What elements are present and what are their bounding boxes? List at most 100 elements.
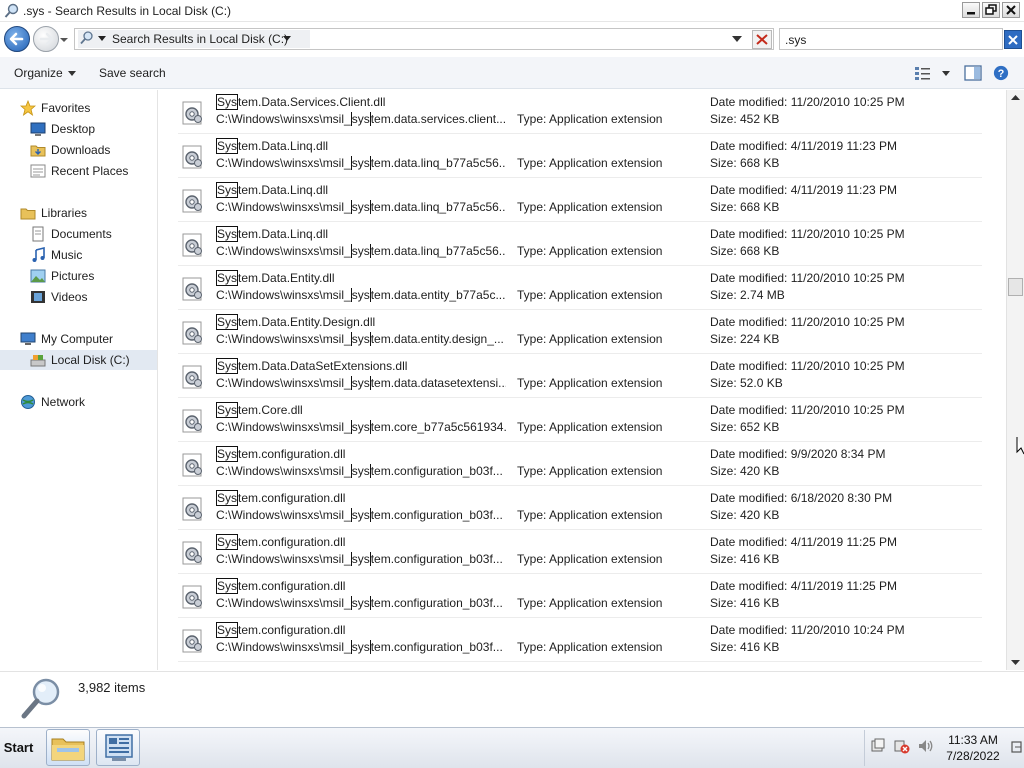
result-row[interactable]: System.Data.Linq.dll C:\Windows\winsxs\ms…: [178, 222, 982, 266]
file-name-rest: tem.Data.Linq.dll: [238, 139, 329, 153]
file-date-modified: Date modified: 6/18/2020 8:30 PM: [710, 491, 893, 505]
search-icon: [80, 31, 93, 45]
nav-label: Music: [51, 248, 83, 262]
vertical-scrollbar[interactable]: [1006, 90, 1024, 670]
match-highlight: sys: [350, 288, 371, 302]
nav-documents[interactable]: Documents: [0, 224, 157, 244]
action-center-icon[interactable]: [870, 738, 886, 754]
chevron-down-icon[interactable]: [98, 35, 106, 43]
file-name: System.Data.Entity.dll: [216, 270, 335, 286]
nav-label: Desktop: [51, 122, 96, 136]
search-icon: [4, 3, 19, 18]
restore-button[interactable]: [982, 2, 1000, 18]
save-search-button[interactable]: Save search: [99, 66, 166, 80]
nav-recent-places[interactable]: Recent Places: [0, 161, 157, 181]
result-row[interactable]: System.Data.DataSetExtensions.dll C:\Wind…: [178, 354, 982, 398]
match-highlight: sys: [350, 332, 371, 346]
system-clock[interactable]: 11:33 AM 7/28/2022: [944, 732, 1002, 764]
match-highlight: Sys: [216, 270, 239, 286]
forward-button[interactable]: [33, 26, 59, 52]
result-row[interactable]: System.configuration.dll C:\Windows\winsx…: [178, 618, 982, 662]
address-path[interactable]: Search Results in Local Disk (C:): [112, 32, 288, 46]
views-icon[interactable]: [914, 65, 932, 81]
dll-file-icon: [182, 585, 202, 609]
file-size: Size: 668 KB: [710, 156, 780, 170]
back-button[interactable]: [4, 26, 30, 52]
file-path: C:\Windows\winsxs\msil_system.data.linq_…: [216, 156, 506, 170]
result-row[interactable]: System.Core.dll C:\Windows\winsxs\msil_sy…: [178, 398, 982, 442]
file-path-rest: tem.configuration_b03f...: [370, 508, 503, 522]
result-row[interactable]: System.Data.Linq.dll C:\Windows\winsxs\ms…: [178, 178, 982, 222]
file-name: System.Data.Services.Client.dll: [216, 94, 385, 110]
search-input[interactable]: [779, 28, 1003, 50]
file-date-modified: Date modified: 4/11/2019 11:23 PM: [710, 139, 898, 153]
nav-label: Recent Places: [51, 164, 129, 178]
file-path-prefix: C:\Windows\winsxs\msil_: [216, 288, 351, 302]
taskbar-explorer-button[interactable]: [46, 729, 90, 766]
nav-pictures[interactable]: Pictures: [0, 266, 157, 286]
computer-icon: [20, 332, 36, 345]
help-icon[interactable]: ?: [992, 65, 1010, 81]
nav-libraries[interactable]: Libraries: [0, 203, 157, 223]
file-path-rest: tem.data.services.client...: [370, 112, 506, 126]
organize-button[interactable]: Organize: [14, 66, 63, 80]
desktop-icon: [30, 122, 46, 136]
nav-network[interactable]: Network: [0, 392, 157, 412]
star-icon: [20, 100, 36, 116]
nav-my-computer[interactable]: My Computer: [0, 329, 157, 349]
file-path-rest: tem.configuration_b03f...: [370, 552, 503, 566]
scroll-down-button[interactable]: [1008, 655, 1023, 669]
minimize-button[interactable]: [962, 2, 980, 18]
dll-file-icon: [182, 321, 202, 345]
nav-desktop[interactable]: Desktop: [0, 119, 157, 139]
clear-search-button[interactable]: [1004, 30, 1022, 49]
volume-icon[interactable]: [918, 738, 934, 754]
address-history-dropdown[interactable]: [732, 35, 742, 43]
file-size: Size: 416 KB: [710, 552, 780, 566]
nav-label: Pictures: [51, 269, 95, 283]
recent-pages-dropdown[interactable]: [60, 36, 68, 44]
network-status-icon[interactable]: [894, 738, 910, 754]
file-type: Type: Application extension: [517, 244, 663, 258]
result-row[interactable]: System.Data.Entity.Design.dll C:\Windows\…: [178, 310, 982, 354]
show-desktop-button[interactable]: [1008, 729, 1024, 767]
start-button[interactable]: Start: [0, 729, 37, 767]
taskbar-server-manager-button[interactable]: [96, 729, 140, 766]
search-query[interactable]: .sys: [785, 33, 806, 47]
match-highlight: sys: [350, 640, 371, 654]
nav-downloads[interactable]: Downloads: [0, 140, 157, 160]
file-size: Size: 452 KB: [710, 112, 780, 126]
match-highlight: Sys: [216, 182, 239, 198]
views-dropdown[interactable]: [942, 71, 950, 77]
match-highlight: sys: [350, 112, 371, 126]
nav-videos[interactable]: Videos: [0, 287, 157, 307]
stop-search-button[interactable]: [752, 30, 772, 49]
close-button[interactable]: [1002, 2, 1020, 18]
close-icon: [1006, 5, 1016, 15]
nav-local-disk[interactable]: Local Disk (C:): [0, 350, 157, 370]
file-type: Type: Application extension: [517, 464, 663, 478]
dll-file-icon: [182, 409, 202, 433]
dll-file-icon: [182, 365, 202, 389]
result-row[interactable]: System.Data.Linq.dll C:\Windows\winsxs\ms…: [178, 134, 982, 178]
file-date-modified: Date modified: 4/11/2019 11:23 PM: [710, 183, 898, 197]
result-row[interactable]: System.Data.Services.Client.dll C:\Window…: [178, 90, 982, 134]
match-highlight: sys: [350, 596, 371, 610]
result-row[interactable]: System.configuration.dll C:\Windows\winsx…: [178, 442, 982, 486]
nav-music[interactable]: Music: [0, 245, 157, 265]
file-type: Type: Application extension: [517, 112, 663, 126]
result-row[interactable]: System.Data.Entity.dll C:\Windows\winsxs\…: [178, 266, 982, 310]
result-row[interactable]: System.configuration.dll C:\Windows\winsx…: [178, 530, 982, 574]
match-highlight: sys: [350, 200, 371, 214]
result-row[interactable]: System.configuration.dll C:\Windows\winsx…: [178, 486, 982, 530]
scroll-thumb[interactable]: [1008, 278, 1023, 296]
file-type: Type: Application extension: [517, 508, 663, 522]
result-row[interactable]: System.configuration.dll C:\Windows\winsx…: [178, 574, 982, 618]
chevron-down-icon: [68, 71, 76, 76]
preview-pane-icon[interactable]: [964, 65, 982, 81]
libraries-icon: [20, 208, 36, 220]
scroll-up-button[interactable]: [1008, 91, 1023, 105]
item-count: 3,982 items: [78, 680, 146, 695]
nav-favorites[interactable]: Favorites: [0, 98, 157, 118]
chevron-down-icon[interactable]: [283, 35, 291, 43]
